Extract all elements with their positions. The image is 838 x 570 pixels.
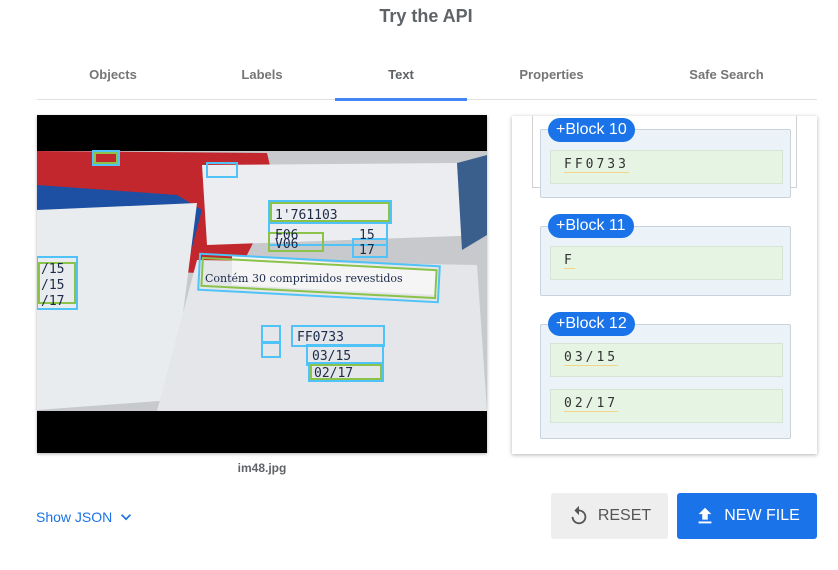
tab-properties[interactable]: Properties — [467, 56, 636, 100]
block-10-line: FF0733 — [550, 150, 783, 184]
box-text: /15 — [41, 278, 64, 293]
page-title: Try the API — [379, 6, 473, 26]
block-11-line: F — [550, 246, 783, 280]
chevron-down-icon — [121, 514, 132, 521]
tab-objects[interactable]: Objects — [37, 56, 189, 100]
tab-text[interactable]: Text — [335, 56, 467, 101]
box-text: 03/15 — [312, 349, 351, 364]
box-text: 02/17 — [314, 366, 353, 381]
box-text: 15 — [359, 228, 375, 243]
tab-labels[interactable]: Labels — [189, 56, 335, 100]
block-12-line: 03/15 — [550, 343, 783, 377]
reset-button[interactable]: RESET — [551, 493, 668, 539]
tab-safe-search[interactable]: Safe Search — [636, 56, 817, 100]
new-file-button[interactable]: NEW FILE — [677, 493, 817, 539]
image-filename: im48.jpg — [237, 461, 287, 475]
reset-label: RESET — [597, 507, 652, 524]
block-11-label[interactable]: +Block 11 — [548, 214, 634, 238]
show-json-toggle[interactable]: Show JSON — [36, 507, 136, 527]
block-12-label[interactable]: +Block 12 — [548, 312, 635, 336]
box-text: FF0733 — [297, 330, 344, 345]
text-blocks-panel[interactable]: +Block 10 FF0733 +Block 11 F +Block 12 0… — [512, 116, 817, 454]
analyzed-image: 1'761103 F06 V06 15 17 Contém 30 comprim… — [37, 115, 487, 453]
tab-bar: Objects Labels Text Properties Safe Sear… — [37, 56, 817, 101]
new-file-label: NEW FILE — [724, 507, 800, 524]
box-text: /15 — [41, 262, 64, 277]
image-canvas: 1'761103 F06 V06 15 17 Contém 30 comprim… — [37, 115, 487, 453]
reset-icon — [571, 505, 587, 525]
box-text: /17 — [41, 294, 64, 309]
block-12-line: 02/17 — [550, 389, 783, 423]
box-text: Contém 30 comprimidos revestidos — [205, 272, 403, 285]
box-text: V06 — [275, 237, 298, 252]
block-10-label[interactable]: +Block 10 — [548, 118, 635, 142]
upload-icon — [698, 507, 712, 524]
show-json-label: Show JSON — [36, 509, 113, 525]
box-text: 1'761103 — [275, 208, 338, 223]
box-text: 17 — [359, 243, 375, 258]
